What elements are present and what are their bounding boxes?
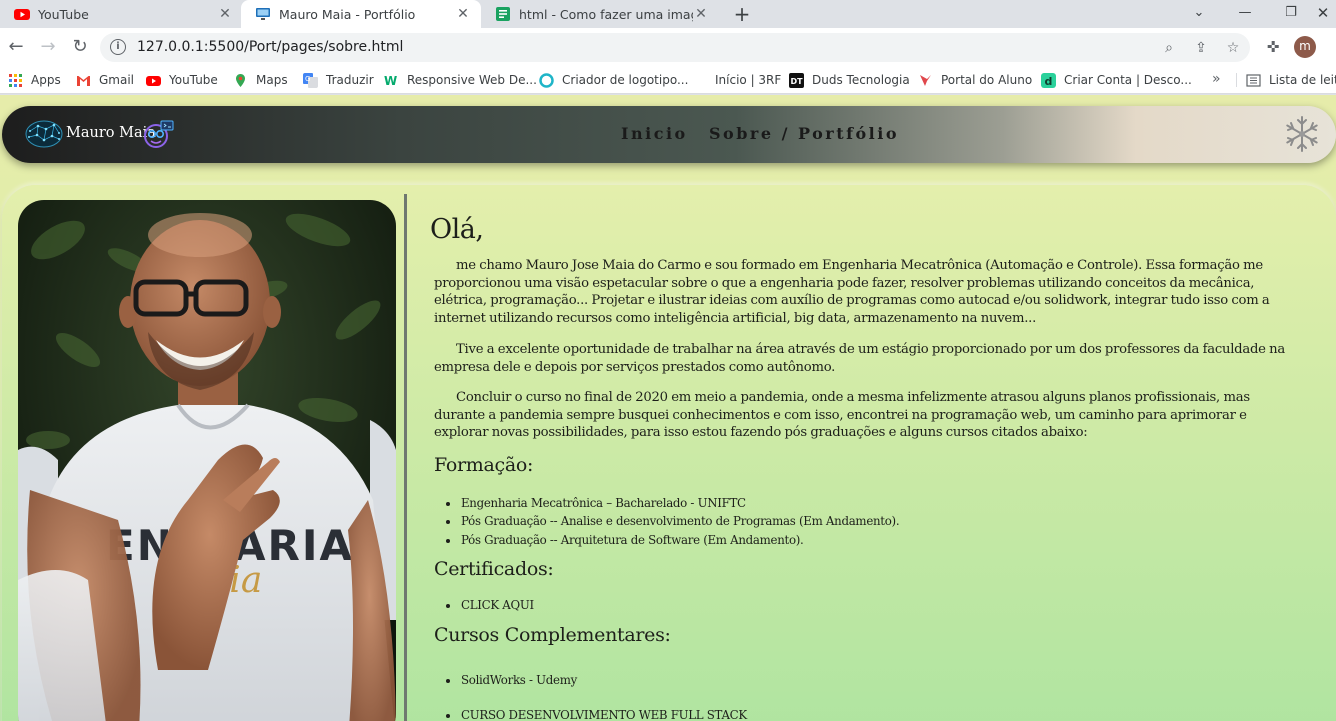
bookmark-inicio-3rf[interactable]: Início | 3RF [715,71,781,89]
youtube-icon [146,75,161,86]
new-tab-button[interactable]: + [730,2,754,26]
snowflake-icon[interactable] [1282,114,1322,154]
close-icon[interactable]: ✕ [693,6,709,22]
apps-grid-icon [9,73,22,87]
list-item: Pós Graduação -- Analise e desenvolvimen… [460,512,900,530]
formacao-list: Engenharia Mecatrônica – Bacharelado - U… [460,494,900,549]
portal-icon [920,74,931,86]
bookmark-label: Início | 3RF [715,73,782,87]
list-item: Pós Graduação -- Arquitetura de Software… [460,531,899,549]
close-icon[interactable]: ✕ [455,6,471,22]
profile-photo: EN ARIA eia [18,200,396,721]
tab-search-chevron-icon[interactable]: ⌄ [1176,0,1222,28]
cursos-list: SolidWorks - Udemy CURSO DESENVOLVIMENTO… [460,663,747,721]
bookmark-label: Apps [31,73,61,87]
bookmark-label: Responsive Web De... [407,73,537,87]
paragraph-intro: me chamo Mauro Jose Maia do Carmo e sou … [434,258,1270,327]
bookmark-star-icon[interactable]: ☆ [1223,38,1243,58]
bookmark-logo-maker[interactable]: Criador de logotipo... [539,71,688,89]
tab-title: html - Como fazer uma imagem ... [519,6,693,22]
network-globe-icon [25,120,63,148]
list-item: Engenharia Mecatrônica – Bacharelado - U… [460,494,899,512]
profile-avatar[interactable]: m [1294,36,1316,58]
tab-stackoverflow[interactable]: html - Como fazer uma imagem ... ✕ [481,0,719,28]
bookmark-label: Gmail [99,73,135,87]
developer-face-icon [144,120,174,148]
certificados-heading: Certificados: [434,558,554,580]
address-bar[interactable]: i 127.0.0.1:5500/Port/pages/sobre.html ⌕… [100,33,1250,62]
bookmark-duds[interactable]: DT Duds Tecnologia [789,71,910,89]
page-viewport: Mauro Maia Inicio Sobre / Portfólio EN A… [0,95,1336,721]
reload-button[interactable]: ↻ [69,36,91,58]
bookmarks-overflow-icon[interactable]: » [1212,71,1221,87]
site-info-icon[interactable]: i [110,39,126,55]
bookmark-youtube[interactable]: YouTube [146,71,218,89]
tab-title: YouTube [38,6,89,22]
nav-link-sobre-portfolio[interactable]: Sobre / Portfólio [709,124,899,143]
discord-d-icon: d [1041,72,1056,88]
forward-button[interactable]: → [37,36,59,58]
tab-mauro-maia[interactable]: Mauro Maia - Portfólio ✕ [241,0,481,28]
maps-icon [236,73,245,87]
back-button[interactable]: ← [5,36,27,58]
monitor-icon [256,8,270,20]
close-icon[interactable]: ✕ [217,6,233,22]
translate-icon: G [303,72,318,88]
greeting-heading: Olá, [430,214,484,245]
share-icon[interactable]: ⇪ [1191,38,1211,58]
list-item: SolidWorks - Udemy [460,663,747,698]
bookmarks-divider [1236,73,1237,87]
tab-youtube[interactable]: YouTube ✕ [0,0,243,28]
site-logo[interactable]: Mauro Maia [24,119,176,151]
logo-maker-icon [539,72,554,88]
w3-icon: W [384,74,397,88]
bookmark-apps[interactable]: Apps [8,71,61,89]
bookmark-maps[interactable]: Maps [233,71,288,89]
cursos-heading: Cursos Complementares: [434,624,671,646]
browser-toolbar: ← → ↻ i 127.0.0.1:5500/Port/pages/sobre.… [0,28,1336,66]
extensions-puzzle-icon[interactable]: ✜ [1263,37,1283,57]
tab-strip: YouTube ✕ Mauro Maia - Portfólio ✕ html … [0,0,1336,28]
bookmark-gmail[interactable]: Gmail [76,71,134,89]
svg-text:W: W [384,74,397,88]
bookmark-label: Criador de logotipo... [562,73,689,87]
site-navbar: Mauro Maia Inicio Sobre / Portfólio [2,106,1336,163]
paragraph-experience: Tive a excelente oportunidade de trabalh… [434,342,1286,375]
stackoverflow-icon [496,7,510,21]
bookmark-label: Portal do Aluno [941,73,1033,87]
reading-list[interactable]: Lista de leitu [1246,71,1336,89]
svg-text:G: G [305,75,310,83]
certificados-link[interactable]: CLICK AQUI [460,596,534,614]
certificados-list: CLICK AQUI [460,596,534,614]
bookmark-traduzir[interactable]: G Traduzir [303,71,374,89]
bookmark-label: Traduzir [326,73,374,87]
list-item: CURSO DESENVOLVIMENTO WEB FULL STACK [460,698,747,721]
zoom-icon[interactable]: ⌕ [1159,38,1179,58]
minimize-button[interactable]: — [1222,0,1268,28]
reading-list-icon [1246,73,1261,87]
bookmark-criar-conta[interactable]: d Criar Conta | Desco... [1041,71,1192,89]
nav-link-inicio[interactable]: Inicio [621,124,688,143]
youtube-icon [14,9,30,20]
bookmark-label: Maps [256,73,288,87]
tab-title: Mauro Maia - Portfólio [279,6,416,22]
duds-icon: DT [789,72,804,88]
reading-list-label: Lista de leitu [1269,73,1336,87]
formacao-heading: Formação: [434,454,534,476]
bookmark-portal-aluno[interactable]: Portal do Aluno [918,71,1032,89]
bookmarks-bar: Apps Gmail YouTube Maps G Traduzir W Res… [0,66,1336,94]
svg-text:DT: DT [791,77,804,86]
svg-text:d: d [1045,75,1053,88]
bookmark-w3[interactable]: W Responsive Web De... [384,71,537,89]
bookmark-label: Criar Conta | Desco... [1064,73,1192,87]
close-window-button[interactable]: ✕ [1300,0,1336,28]
bookmark-label: YouTube [169,73,218,87]
url-text[interactable]: 127.0.0.1:5500/Port/pages/sobre.html [137,39,403,55]
gmail-icon [77,75,90,86]
vertical-divider [404,194,407,721]
paragraph-studies: Concluir o curso no final de 2020 em mei… [434,390,1250,441]
bookmark-label: Duds Tecnologia [812,73,910,87]
